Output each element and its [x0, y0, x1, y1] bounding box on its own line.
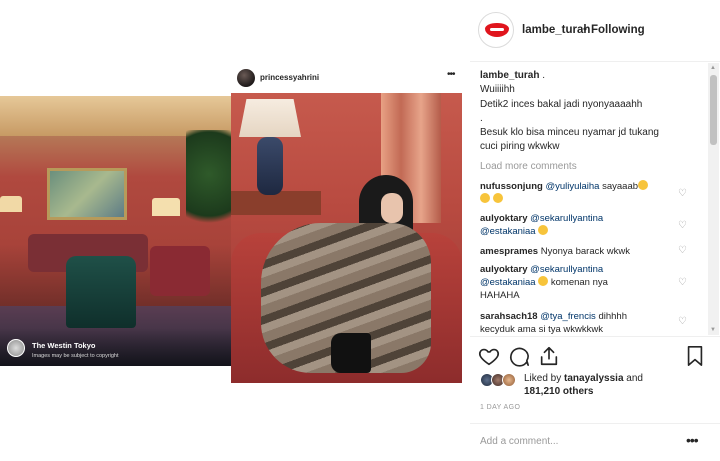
- laughing-emoji-icon: [480, 193, 490, 203]
- separator-dot: •: [583, 24, 588, 36]
- laughing-emoji-icon: [538, 225, 549, 235]
- comment: aulyoktary @sekarullyantina @estakaniaa: [480, 213, 604, 237]
- location-name: The Westin Tokyo: [32, 341, 96, 350]
- inner-post-header: princessyahrini •••: [231, 63, 462, 93]
- laughing-emoji-icon: [638, 180, 649, 190]
- scroll-down-icon[interactable]: ▼: [710, 327, 716, 333]
- post-header: lambe_turah • Following: [470, 0, 720, 62]
- scroll-up-icon[interactable]: ▲: [710, 65, 716, 71]
- likes-text: Liked by tanayalyssia and 181,210 others: [524, 373, 643, 397]
- share-icon[interactable]: [538, 345, 560, 367]
- comments-list[interactable]: lambe_turah . Wuiiiihh Detik2 inces baka…: [470, 63, 710, 335]
- caption-line: cuci piring wkwkw: [480, 141, 560, 152]
- comment-heart-icon[interactable]: ♡: [678, 188, 689, 199]
- comment-heart-icon[interactable]: ♡: [678, 277, 689, 288]
- copyright-note: Images may be subject to copyright: [32, 353, 119, 359]
- comment-heart-icon[interactable]: ♡: [678, 316, 689, 327]
- add-comment-box[interactable]: Add a comment... •••: [470, 423, 720, 461]
- heart-icon[interactable]: [478, 345, 500, 367]
- following-button[interactable]: Following: [591, 24, 645, 36]
- comment: nufussonjung @yuliyulaiha sayaaab: [480, 180, 690, 206]
- comment-heart-icon[interactable]: ♡: [678, 220, 689, 231]
- comment-icon[interactable]: [508, 345, 530, 367]
- liker-avatars[interactable]: [480, 373, 526, 389]
- comment-heart-icon[interactable]: ♡: [678, 245, 689, 256]
- caption-username[interactable]: lambe_turah .: [480, 70, 545, 81]
- post-timestamp[interactable]: 1 DAY AGO: [480, 404, 520, 411]
- location-avatar: [7, 339, 25, 357]
- avatar: [502, 373, 516, 387]
- inner-avatar: [237, 69, 255, 87]
- load-more-comments[interactable]: Load more comments: [480, 161, 577, 172]
- woman-in-fur-photo: [231, 93, 462, 383]
- laughing-emoji-icon: [538, 276, 549, 286]
- action-bar: [470, 336, 720, 372]
- avatar[interactable]: [478, 12, 514, 48]
- post-image[interactable]: The Westin Tokyo Images may be subject t…: [0, 0, 470, 461]
- wall-painting: [47, 168, 127, 220]
- comment: sarahsach18 @tya_frencis dihhhh kecyduk …: [480, 311, 627, 335]
- caption-line: Wuiiiihh: [480, 84, 515, 95]
- caption-line: Besuk klo bisa minceu nyamar jd tukang: [480, 127, 659, 138]
- westin-tokyo-photo: The Westin Tokyo Images may be subject t…: [0, 96, 231, 366]
- caption-line: Detik2 inces bakal jadi nyonyaaaahh: [480, 99, 643, 110]
- scroll-thumb[interactable]: [710, 75, 717, 145]
- post-username[interactable]: lambe_turah: [522, 24, 590, 36]
- likes-section: Liked by tanayalyssia and 181,210 others: [470, 370, 720, 400]
- comment: amesprames Nyonya barack wkwk: [480, 246, 630, 257]
- lamp: [239, 99, 301, 137]
- sunglasses-emoji-icon: [492, 193, 503, 203]
- caption-line: .: [480, 113, 483, 124]
- ellipsis-icon: •••: [447, 69, 455, 80]
- ellipsis-icon[interactable]: •••: [686, 432, 699, 448]
- add-comment-input[interactable]: Add a comment...: [480, 436, 558, 447]
- bookmark-icon[interactable]: [684, 345, 706, 367]
- comments-scrollbar[interactable]: ▲ ▼: [708, 63, 719, 335]
- inner-username: princessyahrini: [260, 73, 320, 82]
- post-panel: lambe_turah • Following lambe_turah . Wu…: [470, 0, 720, 461]
- comment: aulyoktary @sekarullyantina @estakaniaa …: [480, 264, 608, 301]
